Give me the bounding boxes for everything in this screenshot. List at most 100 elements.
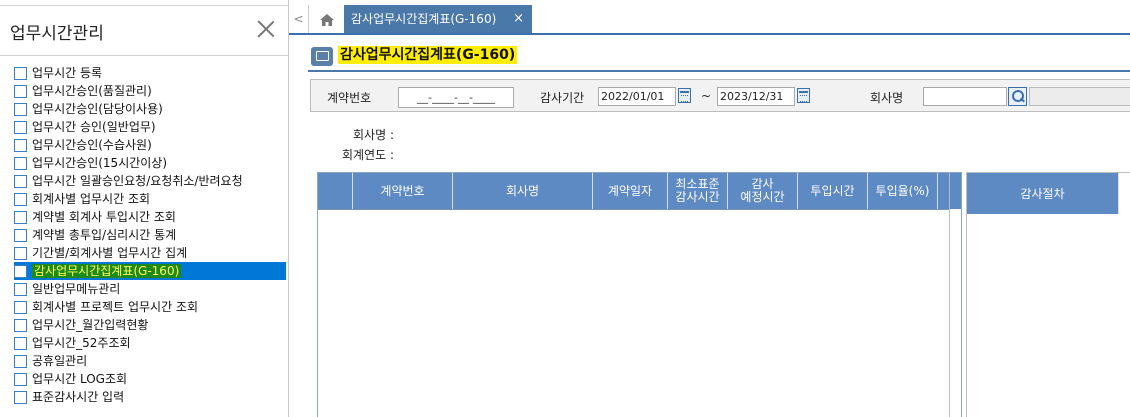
search-panel: 계약번호 __-____-__-____ 감사기간 2022/01/01 ~ 2… bbox=[310, 79, 1130, 112]
document-icon bbox=[14, 337, 27, 350]
audit-procedure-grid: 감사절차 bbox=[966, 172, 1130, 417]
sidebar-item-label: 회계사별 프로젝트 업무시간 조회 bbox=[32, 300, 199, 314]
sidebar-item-label: 업무시간승인(15시간이상) bbox=[32, 156, 168, 170]
tab-scroll-left-icon[interactable]: < bbox=[289, 5, 309, 33]
search-icon[interactable] bbox=[1008, 87, 1027, 106]
sidebar-item[interactable]: 업무시간승인(담당이사용) bbox=[14, 100, 286, 118]
document-icon bbox=[14, 373, 27, 386]
document-icon bbox=[14, 193, 27, 206]
document-icon bbox=[14, 121, 27, 134]
document-icon bbox=[14, 247, 27, 260]
sidebar-item[interactable]: 업무시간 LOG조회 bbox=[14, 370, 286, 388]
sidebar-item-label: 업무시간승인(품질관리) bbox=[32, 84, 152, 98]
calendar-icon[interactable] bbox=[797, 88, 810, 103]
sidebar-item[interactable]: 감사업무시간집계표(G-160) bbox=[14, 262, 286, 280]
document-icon bbox=[14, 103, 27, 116]
document-icon bbox=[14, 283, 27, 296]
audit-procedure-header: 감사절차 bbox=[967, 173, 1119, 214]
sidebar-item[interactable]: 회계사별 프로젝트 업무시간 조회 bbox=[14, 298, 286, 316]
sidebar-item-label: 업무시간_월간입력현황 bbox=[32, 318, 149, 332]
sidebar-item-label: 일반업무메뉴관리 bbox=[32, 282, 121, 296]
sidebar: 업무시간관리 업무시간 등록업무시간승인(품질관리) 업무시간승인(담당이사용) 업… bbox=[0, 0, 289, 417]
sidebar-item[interactable]: 일반업무메뉴관리 bbox=[14, 280, 286, 298]
sidebar-item[interactable]: 업무시간 승인(일반업무) bbox=[14, 118, 286, 136]
audit-period-label: 감사기간 bbox=[540, 91, 585, 105]
title-divider bbox=[308, 70, 1130, 72]
sidebar-item-label: 업무시간승인(수습사원) bbox=[32, 138, 152, 152]
sidebar-item[interactable]: 업무시간 등록 bbox=[14, 64, 286, 82]
tab-g160[interactable]: 감사업무시간집계표(G-160) × bbox=[344, 5, 532, 33]
sidebar-item-label: 업무시간승인(담당이사용) bbox=[32, 102, 163, 116]
grid-column-header[interactable]: 투입율(%) bbox=[868, 173, 938, 209]
sidebar-item[interactable]: 업무시간 일괄승인요청/요청취소/반려요청 bbox=[14, 172, 286, 190]
document-icon bbox=[14, 319, 27, 332]
sidebar-item-label: 공휴일관리 bbox=[32, 354, 88, 368]
grid-column-header[interactable]: 투입시간 bbox=[798, 173, 868, 209]
document-icon bbox=[14, 157, 27, 170]
grid-column-header[interactable]: 계약일자 bbox=[593, 173, 668, 209]
sidebar-item-label: 계약별 회계사 투입시간 조회 bbox=[32, 210, 176, 224]
page-title: 감사업무시간집계표(G-160) bbox=[338, 46, 518, 64]
sidebar-item[interactable]: 업무시간승인(수습사원) bbox=[14, 136, 286, 154]
close-icon[interactable] bbox=[255, 18, 277, 40]
audit-hours-grid: 계약번호 회사명 계약일자 최소표준 감사시간 감사 예정시간 투입시간 투입율(%) bbox=[317, 172, 962, 417]
sidebar-item-label: 업무시간 등록 bbox=[32, 66, 103, 80]
sidebar-item[interactable]: 계약별 회계사 투입시간 조회 bbox=[14, 208, 286, 226]
document-icon bbox=[14, 265, 27, 278]
grid-header: 계약번호 회사명 계약일자 최소표준 감사시간 감사 예정시간 투입시간 투입율(%) bbox=[318, 173, 961, 209]
document-icon bbox=[14, 139, 27, 152]
sidebar-item-label: 회계사별 업무시간 조회 bbox=[32, 192, 151, 206]
grid-column-header[interactable]: 최소표준 감사시간 bbox=[668, 173, 728, 209]
sidebar-item[interactable]: 업무시간승인(품질관리) bbox=[14, 82, 286, 100]
sidebar-item-label: 계약별 총투입/심리시간 통계 bbox=[32, 228, 177, 242]
date-range-separator: ~ bbox=[701, 89, 712, 103]
date-to-input[interactable]: 2023/12/31 bbox=[717, 87, 795, 106]
tab-label: 감사업무시간집계표(G-160) bbox=[351, 12, 497, 26]
company-name-display bbox=[1029, 87, 1130, 106]
document-icon bbox=[14, 355, 27, 368]
date-from-input[interactable]: 2022/01/01 bbox=[598, 87, 676, 106]
document-icon bbox=[14, 85, 27, 98]
sidebar-item[interactable]: 업무시간_52주조회 bbox=[14, 334, 286, 352]
document-icon bbox=[14, 229, 27, 242]
sidebar-item[interactable]: 계약별 총투입/심리시간 통계 bbox=[14, 226, 286, 244]
info-company-label: 회사명 : bbox=[353, 128, 394, 142]
sidebar-item-label: 업무시간 승인(일반업무) bbox=[32, 120, 156, 134]
window-icon bbox=[311, 47, 333, 66]
sidebar-item[interactable]: 업무시간승인(15시간이상) bbox=[14, 154, 286, 172]
document-icon bbox=[14, 67, 27, 80]
sidebar-item[interactable]: 기간별/회계사별 업무시간 집계 bbox=[14, 244, 286, 262]
sidebar-item-label: 기간별/회계사별 업무시간 집계 bbox=[32, 246, 188, 260]
document-icon bbox=[14, 391, 27, 404]
sidebar-item[interactable]: 공휴일관리 bbox=[14, 352, 286, 370]
document-icon bbox=[14, 175, 27, 188]
tab-bar: < 감사업무시간집계표(G-160) × bbox=[289, 5, 1130, 35]
company-name-label: 회사명 bbox=[870, 91, 904, 105]
company-name-input[interactable] bbox=[923, 87, 1007, 106]
grid-column-header[interactable] bbox=[318, 173, 353, 209]
contract-number-input[interactable]: __-____-__-____ bbox=[398, 87, 514, 108]
grid-column-header[interactable]: 감사 예정시간 bbox=[728, 173, 798, 209]
grid-column-header[interactable]: 계약번호 bbox=[353, 173, 453, 209]
calendar-icon[interactable] bbox=[678, 88, 691, 103]
sidebar-title: 업무시간관리 bbox=[10, 24, 104, 44]
home-icon bbox=[320, 13, 334, 26]
sidebar-item-label: 감사업무시간집계표(G-160) bbox=[32, 264, 182, 278]
sidebar-item[interactable]: 회계사별 업무시간 조회 bbox=[14, 190, 286, 208]
tab-close-icon[interactable]: × bbox=[513, 5, 524, 33]
document-icon bbox=[14, 301, 27, 314]
sidebar-item-label: 업무시간 일괄승인요청/요청취소/반려요청 bbox=[32, 174, 243, 188]
sidebar-item[interactable]: 표준감사시간 입력 bbox=[14, 388, 286, 406]
sidebar-item-label: 표준감사시간 입력 bbox=[32, 390, 125, 404]
grid-header-divider bbox=[318, 209, 950, 210]
sidebar-item-label: 업무시간 LOG조회 bbox=[32, 372, 128, 386]
info-fiscal-year-label: 회계연도 : bbox=[341, 148, 394, 162]
sidebar-item-label: 업무시간_52주조회 bbox=[32, 336, 131, 350]
grid-column-header[interactable]: 회사명 bbox=[453, 173, 593, 209]
sidebar-item[interactable]: 업무시간_월간입력현황 bbox=[14, 316, 286, 334]
contract-number-label: 계약번호 bbox=[327, 91, 372, 105]
home-tab[interactable] bbox=[310, 5, 344, 33]
sidebar-header: 업무시간관리 bbox=[0, 5, 289, 56]
document-icon bbox=[14, 211, 27, 224]
grid-splitter[interactable] bbox=[949, 173, 950, 417]
